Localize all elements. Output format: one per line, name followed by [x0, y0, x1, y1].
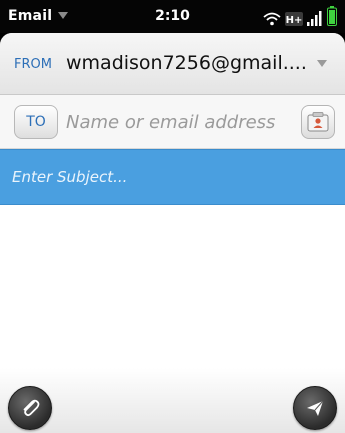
attach-button[interactable]	[8, 386, 52, 430]
from-label: FROM	[14, 57, 52, 72]
app-menu-label: Email	[8, 8, 53, 24]
contact-card-icon	[307, 112, 329, 132]
contact-picker-button[interactable]	[301, 105, 335, 139]
to-button[interactable]: TO	[14, 105, 58, 139]
subject-row	[0, 149, 345, 205]
status-bar: Email 2:10 H+	[0, 0, 345, 33]
paperclip-icon	[23, 399, 40, 417]
battery-icon	[327, 6, 337, 26]
from-account-value: wmadison7256@gmail....	[66, 52, 307, 74]
chevron-down-icon	[317, 60, 327, 67]
send-icon	[307, 400, 324, 416]
to-button-label: TO	[26, 114, 46, 130]
network-label: H+	[286, 15, 303, 26]
recipient-input[interactable]	[66, 106, 292, 138]
status-icons: H+	[263, 6, 337, 26]
to-row: TO	[0, 95, 345, 149]
message-body[interactable]	[0, 205, 345, 381]
from-row[interactable]: FROM wmadison7256@gmail....	[0, 33, 345, 95]
send-button[interactable]	[293, 386, 337, 430]
app-menu[interactable]: Email	[8, 8, 69, 24]
subject-input[interactable]	[12, 162, 332, 192]
wifi-icon	[263, 12, 281, 26]
chevron-down-icon	[58, 12, 69, 19]
signal-bars-icon	[307, 11, 322, 26]
hspa-plus-icon: H+	[285, 12, 303, 26]
compose-card: FROM wmadison7256@gmail.... TO	[0, 33, 345, 433]
